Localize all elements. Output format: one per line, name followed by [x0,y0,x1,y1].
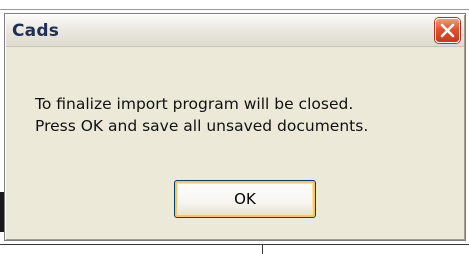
message-line: Press OK and save all unsaved documents. [35,117,369,135]
ok-button-label: OK [234,190,256,208]
background-window-edge [0,9,469,10]
ok-button[interactable]: OK [174,180,316,218]
dialog-message: To finalize import program will be close… [35,93,368,137]
close-icon [440,23,455,38]
background-divider [262,244,263,254]
dialog-titlebar[interactable]: Cads [6,15,464,47]
background-window-edge-bottom [0,244,469,245]
dialog-title: Cads [12,21,60,41]
message-dialog: Cads To finalize import program will be … [4,13,466,241]
message-line: To finalize import program will be close… [35,95,354,113]
close-button[interactable] [435,18,460,43]
